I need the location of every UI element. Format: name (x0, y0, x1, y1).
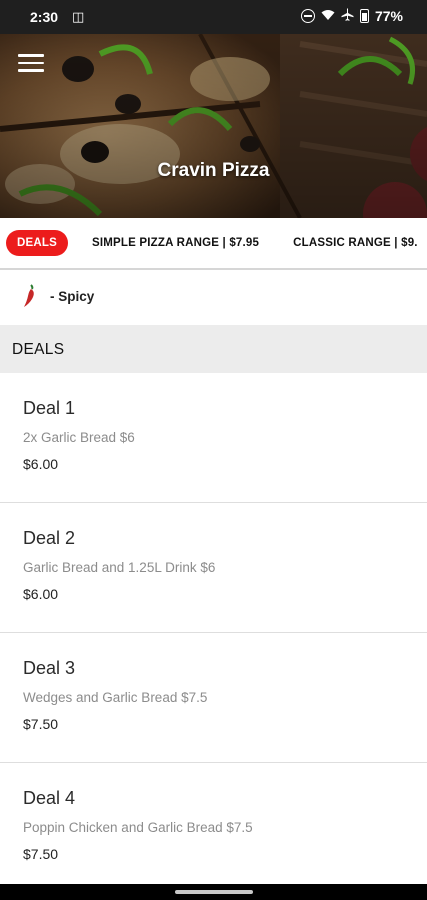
deals-list: Deal 1 2x Garlic Bread $6 $6.00 Deal 2 G… (0, 373, 427, 893)
hero-banner: Cravin Pizza (0, 34, 427, 218)
spicy-legend: - Spicy (0, 272, 427, 322)
wifi-icon (321, 8, 335, 24)
chili-icon (24, 284, 34, 307)
item-description: Garlic Bread and 1.25L Drink $6 (23, 560, 216, 575)
tab-deals[interactable]: DEALS (6, 230, 68, 256)
list-item[interactable]: Deal 4 Poppin Chicken and Garlic Bread $… (0, 763, 427, 893)
item-price: $6.00 (23, 456, 59, 472)
category-tabs: DEALS SIMPLE PIZZA RANGE | $7.95 CLASSIC… (0, 218, 427, 270)
section-header: DEALS (0, 325, 427, 373)
sim-icon: ◫ (72, 9, 85, 24)
battery-icon (359, 9, 369, 23)
tab-classic-range[interactable]: CLASSIC RANGE | $9. (279, 237, 427, 249)
item-title: Deal 3 (23, 658, 76, 678)
item-description: 2x Garlic Bread $6 (23, 430, 135, 445)
item-price: $7.50 (23, 846, 59, 862)
item-price: $6.00 (23, 586, 59, 602)
spicy-legend-label: - Spicy (50, 289, 95, 304)
navigation-bar (0, 884, 427, 900)
dnd-icon (300, 9, 315, 23)
tab-simple-pizza-range[interactable]: SIMPLE PIZZA RANGE | $7.95 (78, 237, 273, 249)
item-title: Deal 2 (23, 528, 76, 548)
list-item[interactable]: Deal 3 Wedges and Garlic Bread $7.5 $7.5… (0, 633, 427, 763)
restaurant-title: Cravin Pizza (157, 160, 270, 181)
item-description: Poppin Chicken and Garlic Bread $7.5 (23, 820, 253, 835)
hamburger-menu-icon (18, 54, 44, 72)
menu-button[interactable] (18, 54, 44, 74)
item-title: Deal 4 (23, 788, 76, 808)
status-bar: 2:30 ◫ 77% (0, 0, 427, 34)
item-title: Deal 1 (23, 398, 76, 418)
section-title: DEALS (12, 341, 65, 358)
status-time: 2:30 (30, 9, 59, 25)
list-item[interactable]: Deal 2 Garlic Bread and 1.25L Drink $6 $… (0, 503, 427, 633)
item-price: $7.50 (23, 716, 59, 732)
status-icons: 77% (300, 8, 403, 24)
home-gesture-handle[interactable] (175, 890, 253, 894)
airplane-icon (341, 8, 354, 24)
list-item[interactable]: Deal 1 2x Garlic Bread $6 $6.00 (0, 373, 427, 503)
pizza-background-image (0, 34, 427, 218)
item-description: Wedges and Garlic Bread $7.5 (23, 690, 208, 705)
battery-percent: 77% (374, 8, 403, 24)
